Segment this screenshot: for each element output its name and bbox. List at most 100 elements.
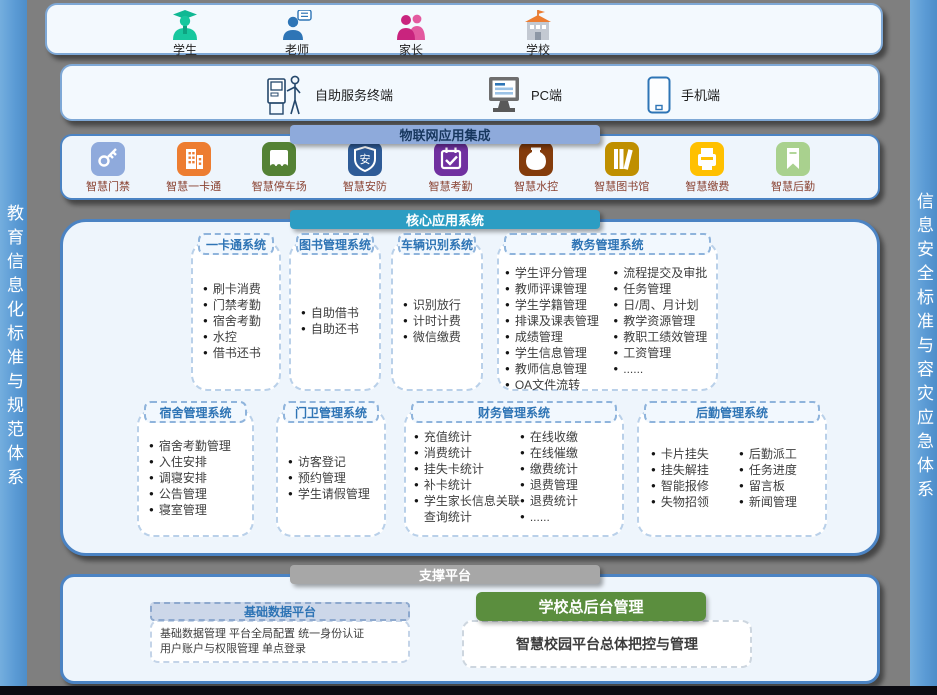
bullet-icon: ● <box>301 305 306 321</box>
feature-list: ●宿舍考勤管理●入住安排●调寝安排●公告管理●寝室管理 <box>149 438 231 518</box>
iot-item-attendance: 智慧考勤 <box>416 142 486 200</box>
feature-item-label: 日/周、月计划 <box>623 297 698 313</box>
feature-item: ●...... <box>520 509 616 525</box>
feature-item: ●宿舍考勤 <box>203 313 261 329</box>
feature-item-label: 教师信息管理 <box>515 361 587 377</box>
feature-item-label: 学生信息管理 <box>515 345 587 361</box>
left-standards-bar: 教育信息化标准与规范体系 <box>0 0 27 695</box>
user-item-label: 学生 <box>149 41 221 58</box>
feature-item: ● 退费管理 <box>520 477 616 493</box>
feature-item: ●门禁考勤 <box>203 297 261 313</box>
security-shield-icon: 安 <box>348 142 382 176</box>
feature-item-label: ...... <box>623 361 643 377</box>
feature-item: ●成绩管理 <box>505 329 613 345</box>
feature-item-label: 自助还书 <box>311 321 359 337</box>
school-admin-title: 学校总后台管理 <box>476 592 706 621</box>
bullet-icon: ● <box>520 477 525 493</box>
feature-item: ●挂失卡统计 <box>414 461 520 477</box>
bullet-icon: ● <box>505 313 510 329</box>
feature-item: ●...... <box>613 361 712 377</box>
system-box-logistics: 后勤管理系统 ●卡片挂失●挂失解挂●智能报修●失物招领 ●后勤派工●任务进度●留… <box>637 409 827 537</box>
iot-item-logistics: 智慧后勤 <box>758 142 828 200</box>
bullet-icon: ● <box>288 486 293 502</box>
feature-item-label: 缴费统计 <box>530 461 578 477</box>
feature-item: ●学生家长信息关联查询统计 <box>414 493 520 525</box>
system-title: 车辆识别系统 <box>398 233 476 255</box>
feature-item-label: 计时计费 <box>413 313 461 329</box>
pc-icon <box>487 76 521 114</box>
bullet-icon: ● <box>739 462 744 478</box>
user-item-school: 学校 <box>502 10 574 58</box>
feature-item: ●工资管理 <box>613 345 712 361</box>
bullet-icon: ● <box>613 345 618 361</box>
feature-item: ●充值统计 <box>414 429 520 445</box>
feature-list: ●后勤派工●任务进度●留言板●新闻管理 <box>739 446 819 510</box>
bullet-icon: ● <box>203 329 208 345</box>
right-security-label: 信息安全标准与容灾应急体系 <box>910 192 937 504</box>
bullet-icon: ● <box>739 478 744 494</box>
school-admin-box: 智慧校园平台总体把控与管理 <box>462 620 752 668</box>
school-icon <box>502 10 574 40</box>
school-admin-desc: 智慧校园平台总体把控与管理 <box>516 634 698 654</box>
feature-item-label: 识别放行 <box>413 297 461 313</box>
bullet-icon: ● <box>739 446 744 462</box>
feature-item: ●学生评分管理 <box>505 265 613 281</box>
iot-item-payment: 智慧缴费 <box>672 142 742 200</box>
feature-item: ●留言板 <box>739 478 819 494</box>
bullet-icon: ● <box>651 478 656 494</box>
feature-item-label: 失物招领 <box>661 494 709 510</box>
support-section-tab: 支撑平台 <box>290 565 600 584</box>
feature-item: ● 流程提交及审批 <box>613 265 712 281</box>
kiosk-icon <box>265 74 305 116</box>
bullet-icon: ● <box>414 429 419 445</box>
terminal-item-mobile: 手机端 <box>647 66 720 123</box>
feature-item-label: 挂失解挂 <box>661 462 709 478</box>
bullet-icon: ● <box>613 265 618 281</box>
water-control-icon <box>519 142 553 176</box>
bullet-icon: ● <box>403 313 408 329</box>
iot-item-door-access: 智慧门禁 <box>73 142 143 200</box>
system-box-vehicle: 车辆识别系统 ●识别放行●计时计费●微信缴费 <box>391 241 483 391</box>
system-box-library: 图书管理系统 ●自助借书●自助还书 <box>289 241 381 391</box>
feature-item: ●微信缴费 <box>403 329 461 345</box>
terminal-item-label: 自助服务终端 <box>315 85 393 104</box>
user-item-teacher: 老师 <box>261 10 333 58</box>
feature-item-label: 排课及课表管理 <box>515 313 599 329</box>
feature-item: ●消费统计 <box>414 445 520 461</box>
user-item-label: 学校 <box>502 41 574 58</box>
bullet-icon: ● <box>520 461 525 477</box>
feature-list: ●访客登记●预约管理●学生请假管理 <box>288 454 370 502</box>
bullet-icon: ● <box>203 345 208 361</box>
terminal-item-label: PC端 <box>531 85 562 104</box>
feature-item: ●任务进度 <box>739 462 819 478</box>
right-security-bar: 信息安全标准与容灾应急体系 <box>910 0 937 695</box>
feature-item-label: ...... <box>530 509 550 525</box>
feature-item-label: 退费管理 <box>530 477 578 493</box>
bullet-icon: ● <box>149 470 154 486</box>
system-title: 图书管理系统 <box>296 233 374 255</box>
feature-item: ● 计时计费 <box>403 313 461 329</box>
bullet-icon: ● <box>651 462 656 478</box>
feature-item-label: 入住安排 <box>159 454 207 470</box>
feature-item: ●自助还书 <box>301 321 359 337</box>
feature-item-label: 访客登记 <box>298 454 346 470</box>
feature-item: ●退费统计 <box>520 493 616 509</box>
door-access-icon <box>91 142 125 176</box>
bullet-icon: ● <box>414 445 419 461</box>
feature-item-label: OA文件流转 <box>515 377 580 393</box>
feature-item: ●访客登记 <box>288 454 370 470</box>
base-data-platform-title: 基础数据平台 <box>150 602 410 621</box>
feature-item: ● 缴费统计 <box>520 461 616 477</box>
system-box-one-card: 一卡通系统 ●刷卡消费●门禁考勤●宿舍考勤●水控●借书还书 <box>191 241 281 391</box>
bullet-icon: ● <box>651 494 656 510</box>
user-item-parents: 家长 <box>375 10 447 58</box>
feature-item-label: 流程提交及审批 <box>623 265 707 281</box>
feature-item: ●教学资源管理 <box>613 313 712 329</box>
feature-item-label: 宿舍考勤 <box>213 313 261 329</box>
student-icon <box>149 10 221 40</box>
feature-item-label: 调寝安排 <box>159 470 207 486</box>
feature-item: ●预约管理 <box>288 470 370 486</box>
bullet-icon: ● <box>149 502 154 518</box>
user-item-label: 家长 <box>375 41 447 58</box>
feature-item: ●入住安排 <box>149 454 231 470</box>
